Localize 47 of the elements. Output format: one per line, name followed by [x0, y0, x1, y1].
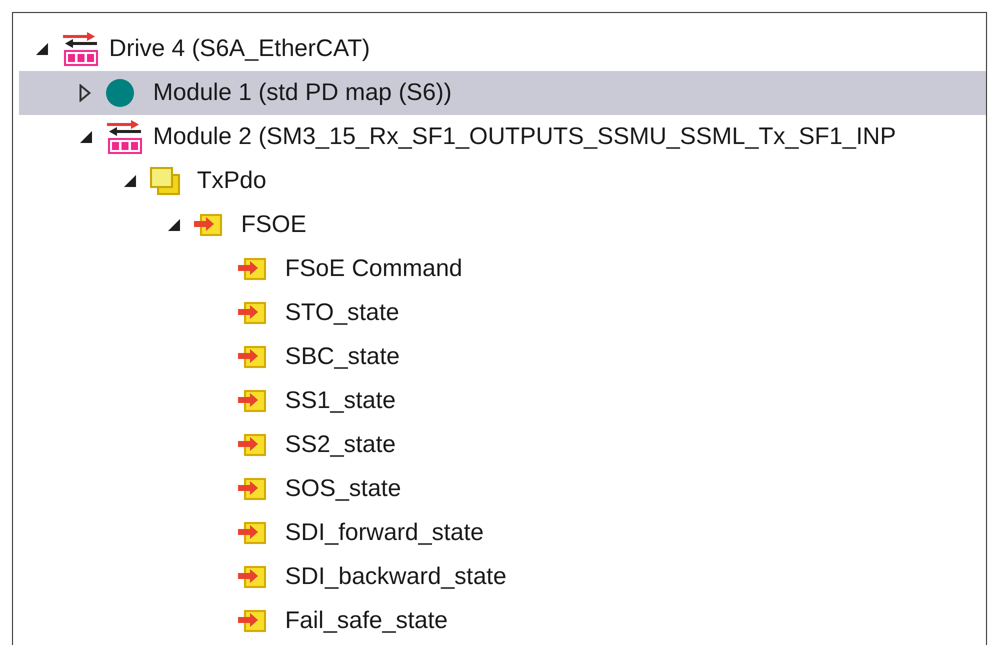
- device-icon: [61, 32, 99, 66]
- collapsed-arrow-icon[interactable]: [79, 84, 91, 102]
- expanded-arrow-icon[interactable]: [123, 174, 137, 188]
- tree-item-label: SDI_backward_state: [285, 563, 506, 591]
- tree-item-label: STO_state: [285, 299, 400, 327]
- variable-icon: [237, 565, 267, 589]
- variable-icon: [237, 389, 267, 413]
- tree-row[interactable]: SS2_state: [19, 423, 986, 467]
- tree-row[interactable]: Module 2 (SM3_15_Rx_SF1_OUTPUTS_SSMU_SSML_Tx_SF1_INP: [19, 115, 986, 159]
- expanded-arrow-icon[interactable]: [167, 218, 181, 232]
- tree-item-label: FSOE: [241, 211, 306, 239]
- variable-icon: [237, 257, 267, 281]
- tree-row[interactable]: SDI_backward_state: [19, 555, 986, 599]
- circle-icon: [105, 78, 135, 108]
- tree-item-label: Drive 4 (S6A_EtherCAT): [109, 35, 370, 63]
- tree-row[interactable]: Module 1 (std PD map (S6)): [19, 71, 986, 115]
- variable-icon: [237, 301, 267, 325]
- tree-item-label: SOS_state: [285, 475, 402, 503]
- tree-row[interactable]: TxPdo: [19, 159, 986, 203]
- tree-row[interactable]: FSoE Command: [19, 247, 986, 291]
- tree-item-label: Module 2 (SM3_15_Rx_SF1_OUTPUTS_SSMU_SSML_Tx_SF1_INP: [153, 123, 896, 151]
- tree-row[interactable]: Drive 4 (S6A_EtherCAT): [19, 27, 986, 71]
- device-icon: [105, 120, 143, 154]
- tree-row[interactable]: SOS_state: [19, 467, 986, 511]
- tree-row[interactable]: SBC_state: [19, 335, 986, 379]
- variable-icon: [237, 477, 267, 501]
- expanded-arrow-icon[interactable]: [35, 42, 49, 56]
- variable-icon: [237, 345, 267, 369]
- tree-item-label: Module 1 (std PD map (S6)): [153, 79, 452, 107]
- tree-item-label: SS1_state: [285, 387, 396, 415]
- tree-item-label: SDI_forward_state: [285, 519, 484, 547]
- tree-row[interactable]: Fail_safe_state: [19, 599, 986, 643]
- tree-item-label: FSoE Command: [285, 255, 462, 283]
- tree-row[interactable]: STO_state: [19, 291, 986, 335]
- folder-stack-icon: [149, 166, 181, 196]
- variable-icon: [237, 609, 267, 633]
- tree-row[interactable]: SS1_state: [19, 379, 986, 423]
- tree-item-label: Fail_safe_state: [285, 607, 448, 635]
- tree-item-label: SS2_state: [285, 431, 396, 459]
- tree-item-label: SBC_state: [285, 343, 400, 371]
- variable-icon: [237, 433, 267, 457]
- expanded-arrow-icon[interactable]: [79, 130, 93, 144]
- variable-icon: [237, 521, 267, 545]
- tree-row[interactable]: SDI_forward_state: [19, 511, 986, 555]
- variable-icon: [193, 213, 223, 237]
- tree-item-label: TxPdo: [197, 167, 266, 195]
- tree-row[interactable]: FSOE: [19, 203, 986, 247]
